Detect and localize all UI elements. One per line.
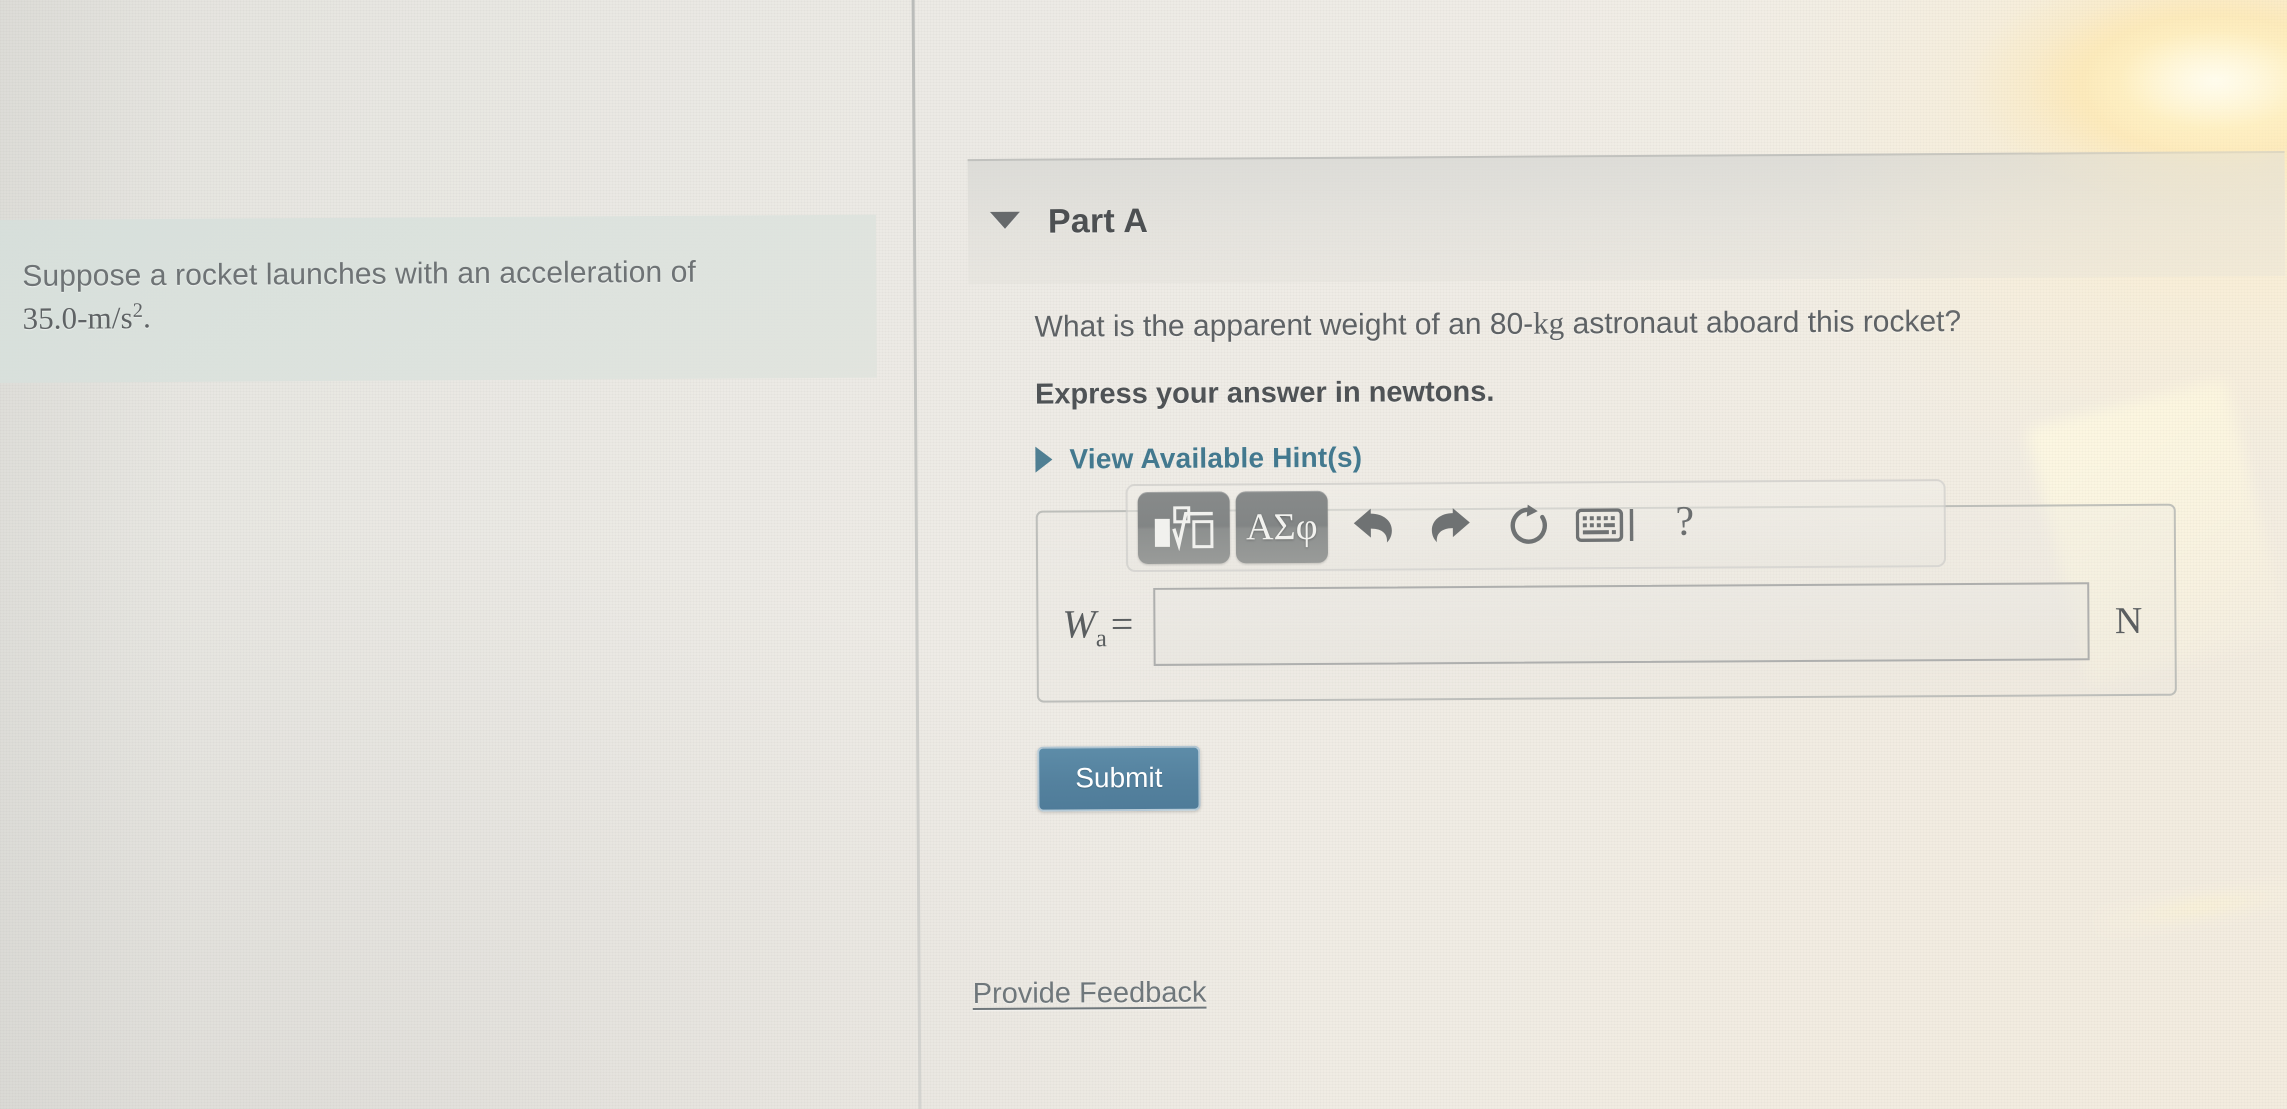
triangle-right-icon bbox=[1035, 446, 1053, 473]
keyboard-icon[interactable] bbox=[1568, 488, 1646, 560]
variable-subscript: a bbox=[1095, 625, 1107, 653]
math-toolbar: ΑΣφ ? bbox=[1125, 478, 1947, 572]
problem-statement-box: Suppose a rocket launches with an accele… bbox=[0, 214, 877, 384]
math-template-nth-root-icon[interactable] bbox=[1137, 490, 1231, 564]
right-panel: Part A What is the apparent weight of an… bbox=[915, 0, 2287, 1109]
question-unit: kg bbox=[1533, 305, 1565, 341]
variable-label: Wa= bbox=[1062, 601, 1134, 653]
acceleration-value: 35.0-m/s2 bbox=[22, 299, 144, 336]
question-suffix: astronaut aboard this rocket? bbox=[1564, 305, 1962, 341]
answer-input-row: Wa= N bbox=[1038, 581, 2174, 666]
acceleration-exponent: 2 bbox=[132, 299, 144, 322]
help-question-icon[interactable]: ? bbox=[1646, 488, 1724, 560]
page-content: Suppose a rocket launches with an accele… bbox=[0, 0, 2287, 1109]
unit-label: N bbox=[2114, 599, 2143, 642]
reset-circular-arrow-icon[interactable] bbox=[1490, 489, 1568, 561]
submit-button[interactable]: Submit bbox=[1037, 745, 1201, 812]
greek-symbols-button[interactable]: ΑΣφ bbox=[1235, 490, 1329, 563]
part-a-header[interactable]: Part A bbox=[967, 151, 2286, 285]
question-prefix: What is the apparent weight of an 80- bbox=[1034, 307, 1534, 344]
part-a-body: What is the apparent weight of an 80-kg … bbox=[1034, 298, 2277, 812]
answer-entry-container: ΑΣφ ? Wa= N bbox=[1035, 478, 2177, 703]
equals-sign: = bbox=[1110, 601, 1134, 647]
problem-period: . bbox=[142, 299, 151, 335]
view-hints-label: View Available Hint(s) bbox=[1069, 441, 1363, 474]
problem-statement-line1: Suppose a rocket launches with an accele… bbox=[22, 255, 697, 293]
question-text: What is the apparent weight of an 80-kg … bbox=[1034, 298, 2274, 348]
problem-statement-line2: 35.0-m/s2. bbox=[22, 292, 836, 340]
view-hints-link[interactable]: View Available Hint(s) bbox=[1035, 441, 1362, 475]
left-panel: Suppose a rocket launches with an accele… bbox=[0, 1, 918, 1109]
page-title: Part A bbox=[1047, 201, 1149, 241]
instruction-text: Express your answer in newtons. bbox=[1034, 375, 1495, 411]
triangle-down-icon[interactable] bbox=[989, 211, 1021, 229]
redo-arrow-icon[interactable] bbox=[1412, 489, 1490, 561]
undo-arrow-icon[interactable] bbox=[1334, 490, 1412, 562]
provide-feedback-link[interactable]: Provide Feedback bbox=[973, 977, 1207, 1011]
answer-input[interactable] bbox=[1153, 581, 2090, 666]
